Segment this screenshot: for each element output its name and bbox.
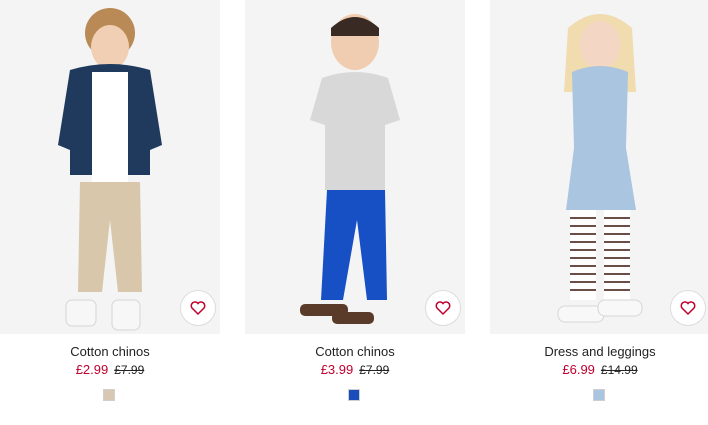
product-name[interactable]: Dress and leggings xyxy=(490,344,708,359)
favorite-button[interactable] xyxy=(425,290,461,326)
sale-price: £2.99 xyxy=(75,362,109,377)
price-row: £6.99 £14.99 xyxy=(490,362,708,377)
sale-price: £6.99 xyxy=(562,362,595,377)
product-name[interactable]: Cotton chinos xyxy=(0,344,220,359)
color-swatch[interactable] xyxy=(593,389,605,401)
child-photo-dress-leggings xyxy=(490,0,708,334)
original-price: £14.99 xyxy=(600,363,638,377)
product-card[interactable]: Dress and leggings £6.99 £14.99 xyxy=(490,0,708,425)
heart-outline-icon xyxy=(680,301,696,316)
product-image[interactable] xyxy=(490,0,708,334)
original-price: £7.99 xyxy=(359,363,390,377)
product-card[interactable]: Cotton chinos £3.99 £7.99 xyxy=(245,0,465,425)
product-image[interactable] xyxy=(245,0,465,334)
sale-price: £3.99 xyxy=(320,362,354,377)
child-photo-jacket-chinos xyxy=(0,0,220,334)
color-swatch[interactable] xyxy=(103,389,115,401)
price-row: £2.99 £7.99 xyxy=(0,362,220,377)
heart-outline-icon xyxy=(435,301,451,316)
favorite-button[interactable] xyxy=(180,290,216,326)
product-name[interactable]: Cotton chinos xyxy=(245,344,465,359)
product-card[interactable]: Cotton chinos £2.99 £7.99 xyxy=(0,0,220,425)
heart-outline-icon xyxy=(190,301,206,316)
product-image[interactable] xyxy=(0,0,220,334)
original-price: £7.99 xyxy=(114,363,145,377)
favorite-button[interactable] xyxy=(670,290,706,326)
color-swatch[interactable] xyxy=(348,389,360,401)
price-row: £3.99 £7.99 xyxy=(245,362,465,377)
child-photo-tshirt-blue-chinos xyxy=(245,0,465,334)
